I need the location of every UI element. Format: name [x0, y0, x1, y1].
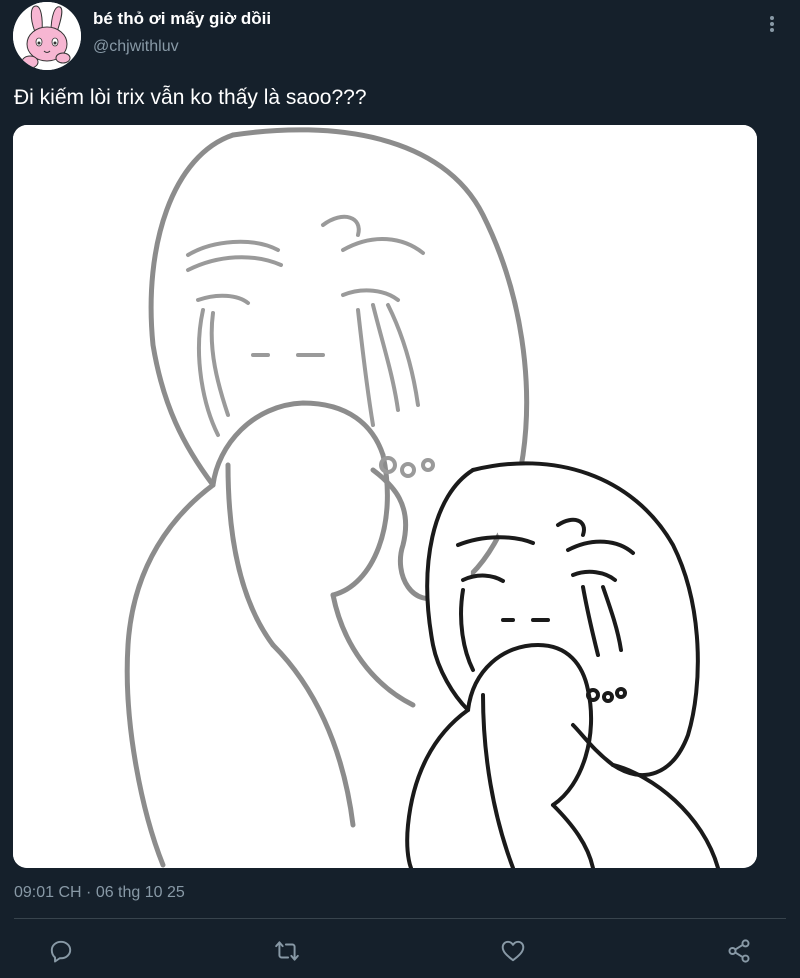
display-name[interactable]: bé thỏ ơi mấy giờ dồii: [93, 9, 271, 29]
heart-icon: [501, 940, 525, 962]
crying-meme-illustration: [13, 125, 757, 868]
more-options-button[interactable]: [760, 10, 784, 38]
more-vertical-icon: [770, 16, 774, 32]
divider: [14, 918, 786, 919]
avatar[interactable]: [13, 2, 81, 70]
reply-button[interactable]: [46, 936, 76, 966]
tweet-image[interactable]: [13, 125, 757, 868]
reply-icon: [50, 940, 72, 963]
retweet-button[interactable]: [272, 936, 302, 966]
share-button[interactable]: [724, 936, 754, 966]
tweet-text: Đi kiếm lòi trix vẫn ko thấy là saoo???: [14, 86, 367, 109]
share-icon: [728, 939, 750, 963]
tweet-timestamp[interactable]: 09:01 CH · 06 thg 10 25: [14, 884, 185, 902]
like-button[interactable]: [498, 936, 528, 966]
user-handle[interactable]: @chjwithluv: [93, 38, 179, 56]
retweet-icon: [275, 941, 299, 961]
bunny-avatar-icon: [13, 2, 81, 70]
